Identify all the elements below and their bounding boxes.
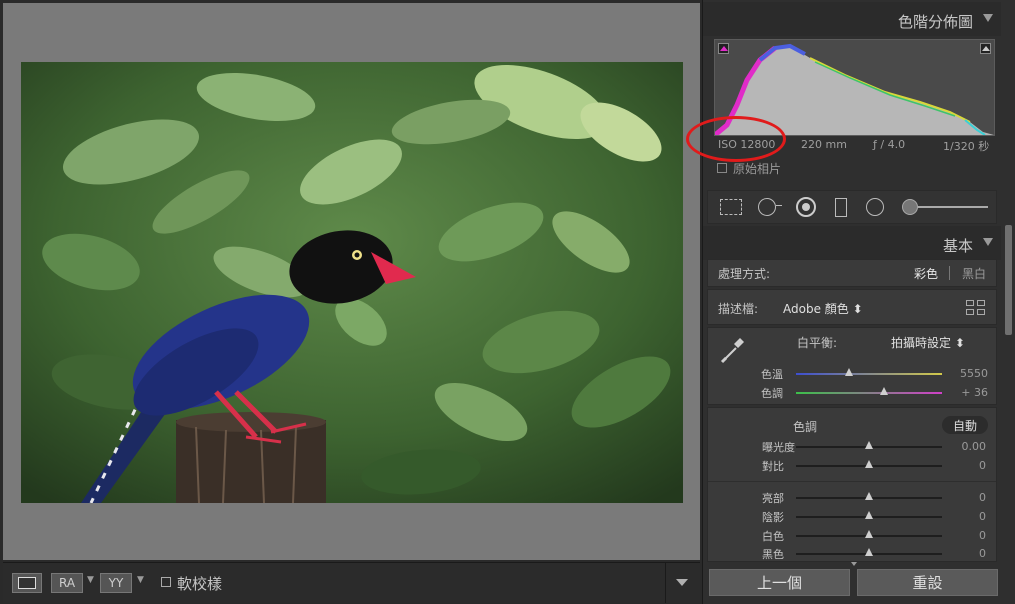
contrast-value[interactable]: 0 — [946, 459, 986, 472]
temp-slider[interactable] — [796, 368, 942, 376]
blacks-slider-thumb[interactable] — [865, 548, 873, 556]
whites-slider[interactable] — [796, 530, 942, 538]
histogram-title: 色階分佈圖 — [897, 13, 973, 31]
highlights-slider[interactable] — [796, 492, 942, 500]
before-after-ra-button[interactable]: RA — [51, 573, 83, 593]
tint-slider[interactable] — [796, 387, 942, 395]
whites-slider-thumb[interactable] — [865, 530, 873, 538]
graduated-filter-icon[interactable] — [835, 198, 847, 217]
basic-header[interactable]: 基本 — [703, 226, 1001, 260]
exposure-label: 曝光度 — [762, 441, 795, 454]
adjustment-brush-icon[interactable] — [902, 199, 918, 215]
focal-length-readout: 220 mm — [801, 138, 847, 151]
tint-value[interactable]: + 36 — [948, 386, 988, 399]
basic-title: 基本 — [942, 237, 973, 255]
whites-value[interactable]: 0 — [946, 529, 986, 542]
photo-canvas — [3, 3, 700, 560]
tint-slider-thumb[interactable] — [880, 387, 888, 395]
toolbar-menu-chevron-icon[interactable] — [676, 579, 688, 586]
chevron-down-icon[interactable]: ▼ — [87, 575, 94, 585]
exposure-slider[interactable] — [796, 441, 942, 449]
reset-button[interactable]: 重設 — [857, 569, 998, 596]
exposure-value[interactable]: 0.00 — [946, 440, 987, 453]
treatment-row: 處理方式: 彩色 黑白 — [707, 259, 997, 287]
shadows-value[interactable]: 0 — [946, 510, 986, 523]
aperture-readout: ƒ / 4.0 — [873, 138, 906, 151]
soft-proof-label: 軟校樣 — [177, 575, 223, 593]
shadows-label: 陰影 — [762, 511, 784, 524]
eyedropper-icon[interactable] — [718, 334, 748, 364]
whites-label: 白色 — [762, 530, 784, 543]
loupe-view-button[interactable] — [12, 573, 42, 593]
treatment-bw-option[interactable]: 黑白 — [962, 265, 986, 282]
tool-strip — [707, 190, 997, 224]
red-eye-icon[interactable] — [796, 197, 816, 217]
annotation-circle — [686, 116, 786, 162]
clip-triangle-icon — [720, 46, 728, 51]
crop-tool-icon[interactable] — [720, 199, 742, 215]
toolbar-divider — [665, 563, 666, 603]
right-panel: 色階分佈圖 ISO 12800 220 mm ƒ / 4.0 1/320 秒 原… — [686, 0, 1015, 604]
treatment-color-option[interactable]: 彩色 — [914, 265, 938, 282]
profile-row: 描述檔: Adobe 顏色 ⬍ — [707, 289, 997, 325]
histogram-header[interactable]: 色階分佈圖 — [703, 2, 1001, 36]
blacks-label: 黑色 — [762, 548, 784, 561]
spot-removal-arrow-icon — [776, 205, 782, 206]
spot-removal-icon[interactable] — [758, 198, 776, 216]
profile-dropdown[interactable]: Adobe 顏色 ⬍ — [783, 300, 863, 317]
temp-label: 色溫 — [761, 368, 783, 381]
shadow-clipping-indicator[interactable] — [718, 43, 729, 54]
highlight-clipping-indicator[interactable] — [980, 43, 991, 54]
original-photo-checkbox[interactable] — [717, 163, 727, 173]
blacks-value[interactable]: 0 — [946, 547, 986, 560]
soft-proof-checkbox[interactable] — [161, 577, 171, 587]
tone-section: 色調 自動 曝光度 0.00 對比 0 亮部 0 陰影 0 白色 0 黑色 0 — [707, 407, 997, 562]
photo-view-area: RA ▼ YY ▼ 軟校樣 — [0, 0, 702, 604]
contrast-slider-thumb[interactable] — [865, 460, 873, 468]
highlights-value[interactable]: 0 — [946, 491, 986, 504]
panel-scrollbar[interactable] — [1005, 225, 1012, 335]
auto-tone-button[interactable]: 自動 — [942, 416, 988, 434]
blacks-slider[interactable] — [796, 548, 942, 556]
temp-slider-thumb[interactable] — [845, 368, 853, 376]
brush-slider-track[interactable] — [918, 206, 988, 208]
tone-label: 色調 — [793, 420, 818, 434]
treatment-label: 處理方式: — [718, 267, 771, 281]
shadows-slider[interactable] — [796, 511, 942, 519]
clip-triangle-icon — [982, 46, 990, 51]
collapse-triangle-icon[interactable] — [983, 14, 993, 22]
highlights-slider-thumb[interactable] — [865, 492, 873, 500]
radial-filter-icon[interactable] — [866, 198, 884, 216]
white-balance-dropdown[interactable]: 拍攝時設定 ⬍ — [891, 334, 965, 351]
profile-browser-grid-icon[interactable] — [966, 300, 986, 317]
collapse-triangle-icon[interactable] — [983, 238, 993, 246]
shadows-slider-thumb[interactable] — [865, 511, 873, 519]
previous-button[interactable]: 上一個 — [709, 569, 850, 596]
temp-value[interactable]: 5550 — [948, 367, 988, 380]
profile-label: 描述檔: — [718, 302, 759, 316]
bottom-toolbar: RA ▼ YY ▼ 軟校樣 — [3, 562, 700, 603]
shutter-readout: 1/320 秒 — [943, 140, 990, 153]
chevron-down-icon[interactable]: ▼ — [137, 575, 144, 585]
treatment-divider — [949, 266, 950, 280]
scroll-down-indicator-icon — [851, 562, 857, 566]
before-after-yy-button[interactable]: YY — [100, 573, 132, 593]
highlights-label: 亮部 — [762, 492, 784, 505]
original-photo-label: 原始相片 — [733, 162, 782, 176]
contrast-label: 對比 — [762, 460, 784, 473]
tone-divider — [708, 481, 996, 482]
exposure-slider-thumb[interactable] — [865, 441, 873, 449]
tint-label: 色調 — [761, 387, 783, 400]
white-balance-section: 白平衡: 拍攝時設定 ⬍ 色溫 5550 色調 + 36 — [707, 327, 997, 405]
contrast-slider[interactable] — [796, 460, 942, 468]
photo-preview[interactable] — [21, 62, 683, 503]
white-balance-label: 白平衡: — [797, 336, 838, 350]
bird-photo-image — [21, 62, 683, 503]
single-view-icon — [18, 577, 36, 589]
